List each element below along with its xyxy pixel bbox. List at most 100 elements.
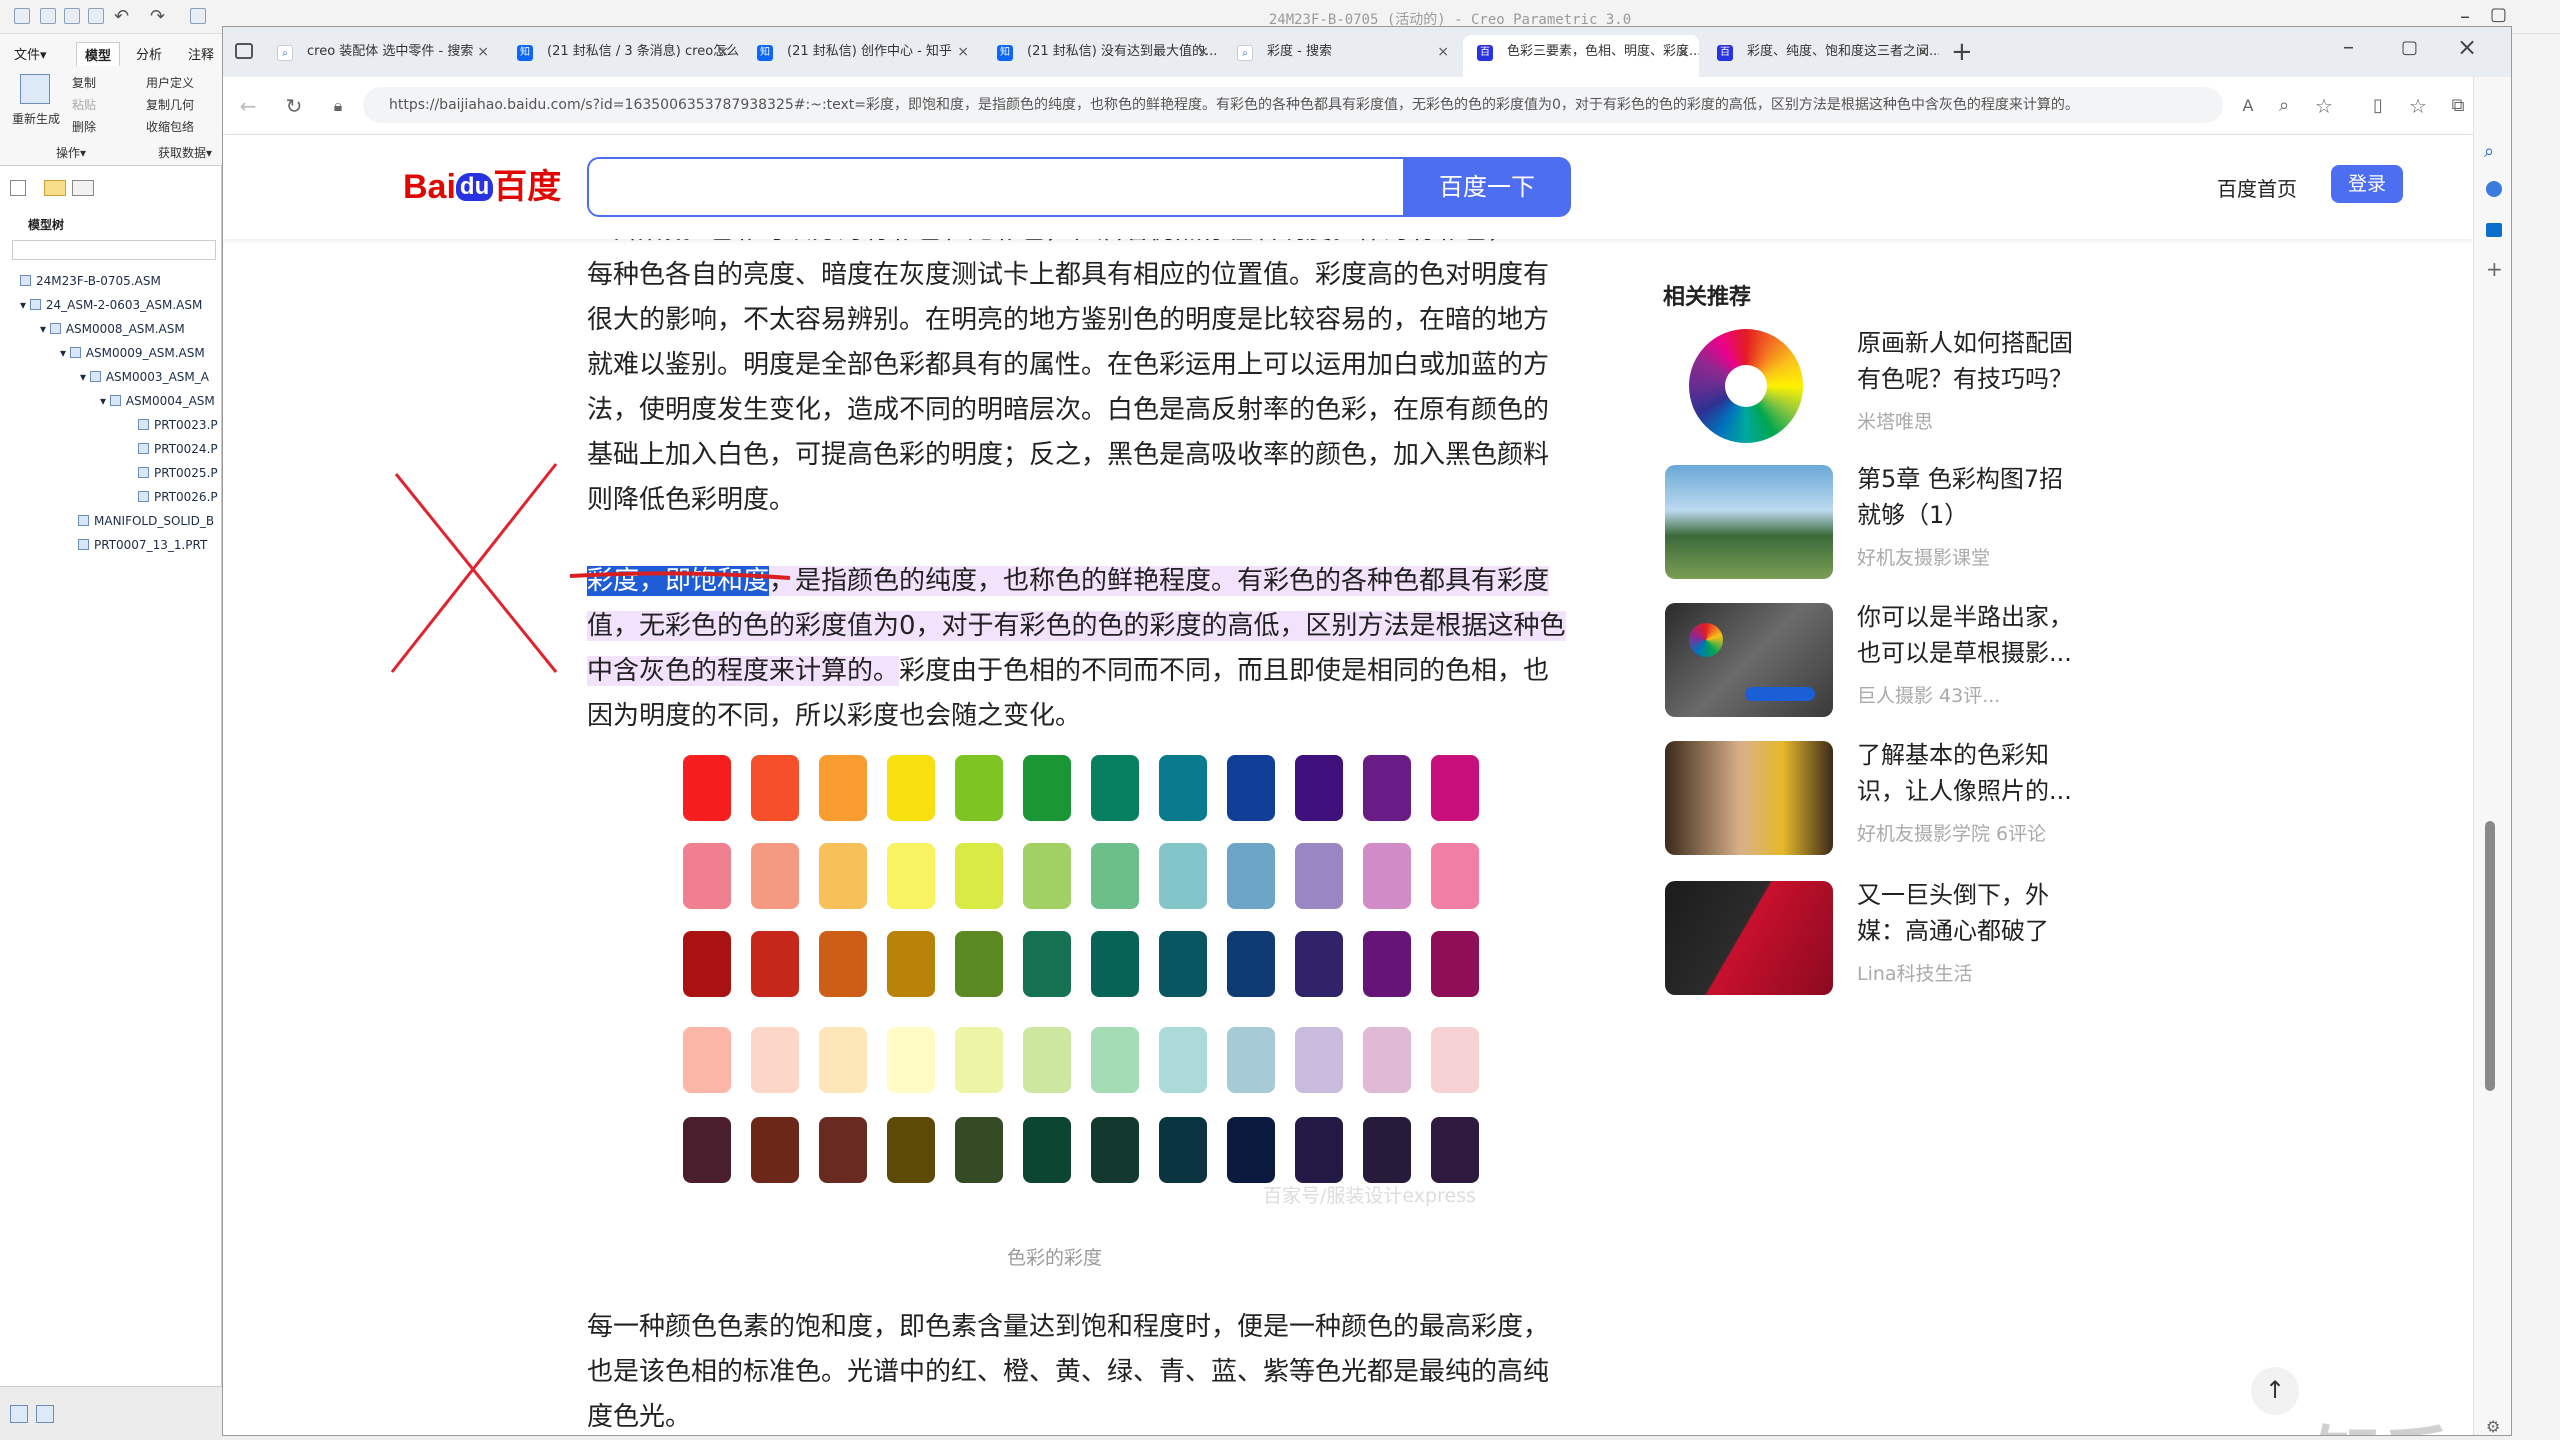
split-screen-icon[interactable]: ▯ xyxy=(2363,91,2393,121)
browser-tab[interactable]: 百彩度、纯度、饱和度这三者之间... × xyxy=(1703,35,1939,77)
scrollbar-thumb[interactable] xyxy=(2485,821,2495,1091)
outlook-icon[interactable] xyxy=(2486,223,2502,237)
operations-group[interactable]: 操作▾ xyxy=(56,144,86,161)
baidu-home-link[interactable]: 百度首页 xyxy=(2217,173,2297,202)
back-to-top-button[interactable]: ↑ xyxy=(2251,1367,2299,1415)
selected-text[interactable]: 彩度，即饱和度 xyxy=(587,566,770,596)
collections-icon[interactable]: ⧉ xyxy=(2443,91,2473,121)
color-swatch xyxy=(1295,931,1343,997)
tree-item[interactable]: ▾ ASM0003_ASM_A xyxy=(80,370,209,384)
browser-tab[interactable]: ⌕ 彩度 - 搜索 × xyxy=(1223,35,1459,77)
browser-tab[interactable]: 知 (21 封私信) 没有达到最大值的... × xyxy=(983,35,1219,77)
browser-tab[interactable]: 知 (21 封私信) 创作中心 - 知乎 × xyxy=(743,35,979,77)
tree-settings-icon[interactable] xyxy=(10,180,26,196)
url-field[interactable]: https://baijiahao.baidu.com/s?id=1635006… xyxy=(363,87,2223,123)
rec-thumb-color-wheel[interactable] xyxy=(1665,329,1833,443)
tree-item[interactable]: PRT0007_13_1.PRT xyxy=(78,538,207,552)
rec-title[interactable]: 第5章 色彩构图7招就够（1） xyxy=(1857,461,2087,533)
user-defined-button[interactable]: 用户定义 xyxy=(146,74,194,91)
login-button[interactable]: 登录 xyxy=(2331,165,2403,203)
color-swatch xyxy=(751,1027,799,1093)
close-icon[interactable]: × xyxy=(1677,35,1689,69)
copilot-icon[interactable] xyxy=(2486,181,2502,197)
add-icon[interactable]: + xyxy=(2486,257,2503,281)
tree-item[interactable]: PRT0023.P xyxy=(138,418,218,432)
lock-icon[interactable]: 🔒︎ xyxy=(323,91,353,121)
tab-actions-icon[interactable] xyxy=(235,43,253,59)
save-icon[interactable] xyxy=(88,8,104,24)
close-icon[interactable]: × xyxy=(957,35,969,69)
tree-item[interactable]: PRT0026.P xyxy=(138,490,218,504)
tree-item[interactable]: PRT0024.P xyxy=(138,442,218,456)
tab-bar: ⌕ creo 装配体 选中零件 - 搜索 × 知 (21 封私信 / 3 条消息) c… xyxy=(223,27,2511,77)
browser-tab-active[interactable]: 百色彩三要素，色相、明度、彩度... × xyxy=(1463,35,1699,77)
tree-item[interactable]: MANIFOLD_SOLID_B xyxy=(78,514,214,528)
tree-filter-input[interactable] xyxy=(12,240,216,260)
tab-analysis[interactable]: 分析 xyxy=(136,44,162,63)
new-file-icon[interactable] xyxy=(40,8,56,24)
close-icon[interactable]: × xyxy=(1917,35,1929,69)
open-file-icon[interactable] xyxy=(64,8,80,24)
undo-icon[interactable]: ↶ xyxy=(114,6,129,27)
tree-item[interactable]: 24M23F-B-0705.ASM xyxy=(20,274,161,288)
favorites-icon[interactable]: ☆ xyxy=(2403,91,2433,121)
rec-title[interactable]: 你可以是半路出家，也可以是草根摄影... xyxy=(1857,599,2087,671)
refresh-icon[interactable]: ↻ xyxy=(279,91,309,121)
search-input[interactable] xyxy=(587,157,1405,217)
rec-title[interactable]: 又一巨头倒下，外媒：高通心都破了 xyxy=(1857,877,2087,949)
back-icon[interactable]: ← xyxy=(233,91,263,121)
settings-icon[interactable]: ⚙ xyxy=(2486,1417,2500,1435)
tree-item[interactable]: PRT0025.P xyxy=(138,466,218,480)
close-icon[interactable]: × xyxy=(717,35,729,69)
rec-title[interactable]: 了解基本的色彩知识，让人像照片的... xyxy=(1857,737,2087,809)
paste-button[interactable]: 粘贴 xyxy=(72,96,96,113)
zoom-icon[interactable]: ⌕ xyxy=(2269,91,2299,121)
regenerate-big-icon[interactable] xyxy=(20,74,50,104)
tab-file[interactable]: 文件▾ xyxy=(14,44,47,63)
maximize-icon[interactable]: ▢ xyxy=(2401,37,2418,58)
tree-item[interactable]: ▾ ASM0008_ASM.ASM xyxy=(40,322,185,336)
minimize-icon[interactable]: – xyxy=(2460,4,2470,28)
close-icon[interactable]: × xyxy=(477,35,489,69)
maximize-icon[interactable]: ▢ xyxy=(2490,4,2507,25)
delete-button[interactable]: 删除 xyxy=(72,118,96,135)
regenerate-button[interactable]: 重新生成 xyxy=(12,110,60,127)
status-icon[interactable] xyxy=(10,1405,28,1423)
close-window-icon[interactable]: × xyxy=(2457,33,2477,61)
rec-thumb-portrait[interactable] xyxy=(1665,741,1833,855)
rec-thumb-forest[interactable] xyxy=(1665,465,1833,579)
shrinkwrap-button[interactable]: 收缩包络 xyxy=(146,118,194,135)
copy-geometry-button[interactable]: 复制几何 xyxy=(146,96,194,113)
close-icon[interactable]: × xyxy=(1437,35,1449,69)
tab-model[interactable]: 模型 xyxy=(76,42,121,66)
color-swatch xyxy=(683,755,731,821)
color-swatch xyxy=(887,1027,935,1093)
copy-button[interactable]: 复制 xyxy=(72,74,96,91)
browser-tab[interactable]: ⌕ creo 装配体 选中零件 - 搜索 × xyxy=(263,35,499,77)
favorite-icon[interactable]: ☆ xyxy=(2309,91,2339,121)
close-icon[interactable]: × xyxy=(1197,35,1209,69)
search-button[interactable]: 百度一下 xyxy=(1403,157,1571,217)
color-swatch xyxy=(1295,755,1343,821)
tree-item[interactable]: ▾ ASM0009_ASM.ASM xyxy=(60,346,205,360)
rec-thumb-qualcomm[interactable] xyxy=(1665,881,1833,995)
tab-annotate[interactable]: 注释 xyxy=(188,44,214,63)
rec-thumb-slide[interactable] xyxy=(1665,603,1833,717)
color-swatch xyxy=(751,931,799,997)
search-icon[interactable]: ⌕ xyxy=(2484,141,2494,162)
redo-icon[interactable]: ↷ xyxy=(150,6,165,27)
new-tab-icon[interactable]: + xyxy=(1951,37,1973,67)
get-data-group[interactable]: 获取数据▾ xyxy=(158,144,212,161)
minimize-icon[interactable]: – xyxy=(2343,35,2354,60)
folder-icon[interactable] xyxy=(44,180,66,196)
tree-item[interactable]: ▾ ASM0004_ASM xyxy=(100,394,215,408)
layer-icon[interactable] xyxy=(72,180,94,196)
status-icon[interactable] xyxy=(36,1405,54,1423)
baidu-logo[interactable]: Bai du 百度 xyxy=(403,159,561,208)
browser-tab[interactable]: 知 (21 封私信 / 3 条消息) creo怎么... × xyxy=(503,35,739,77)
read-aloud-icon[interactable]: A xyxy=(2233,91,2263,121)
color-swatch xyxy=(1159,843,1207,909)
tree-item[interactable]: ▾ 24_ASM-2-0603_ASM.ASM xyxy=(20,298,202,312)
regenerate-icon[interactable] xyxy=(190,8,206,24)
rec-title[interactable]: 原画新人如何搭配固有色呢？有技巧吗？ xyxy=(1857,325,2087,397)
